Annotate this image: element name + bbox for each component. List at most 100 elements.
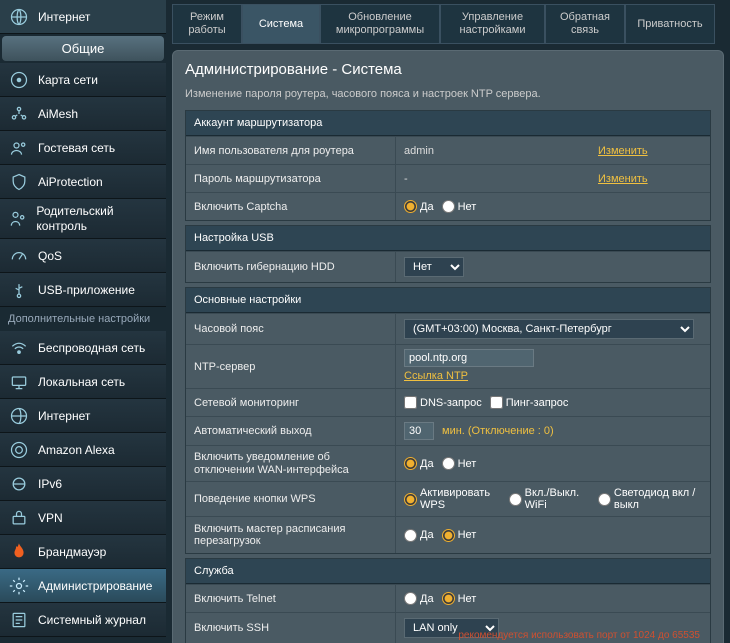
row-timezone: Часовой пояс (GMT+03:00) Москва, Санкт-П… (186, 313, 710, 344)
label: Включить Telnet (186, 585, 396, 612)
nav-label: Интернет (38, 10, 90, 24)
sidebar-item-aiprotection[interactable]: AiProtection (0, 165, 166, 199)
telnet-no-radio[interactable] (442, 592, 455, 605)
wps-led-radio[interactable] (598, 493, 611, 506)
reboot-no-radio[interactable] (442, 529, 455, 542)
group-header: Служба (186, 559, 710, 584)
sidebar-item-usb[interactable]: USB-приложение (0, 273, 166, 307)
captcha-no-radio[interactable] (442, 200, 455, 213)
sidebar-item-internet[interactable]: Интернет (0, 399, 166, 433)
gear-icon (8, 575, 30, 597)
radio-text: Да (420, 458, 434, 470)
wps-activate-radio[interactable] (404, 493, 417, 506)
row-ntp: NTP-сервер Ссылка NTP (186, 344, 710, 388)
sidebar-item-vpn[interactable]: VPN (0, 501, 166, 535)
ntp-link[interactable]: Ссылка NTP (404, 370, 468, 382)
radio-text: Нет (458, 593, 477, 605)
autologout-input[interactable] (404, 422, 434, 440)
dns-query-checkbox[interactable] (404, 396, 417, 409)
nav-label: AiProtection (38, 175, 103, 189)
label: Включить Captcha (186, 193, 396, 220)
nav-label: Системный журнал (38, 613, 146, 627)
change-username-link[interactable]: Изменить (598, 145, 648, 157)
row-wan-notify: Включить уведомление об отключении WAN-и… (186, 445, 710, 481)
label: Часовой пояс (186, 314, 396, 344)
telnet-yes-radio[interactable] (404, 592, 417, 605)
label: Включить гибернацию HDD (186, 252, 396, 282)
guest-icon (8, 137, 30, 159)
page-desc: Изменение пароля роутера, часового пояса… (185, 88, 711, 110)
sidebar-item-administration[interactable]: Администрирование (0, 569, 166, 603)
tab-mode[interactable]: Режим работы (172, 4, 242, 44)
hdd-hibernate-select[interactable]: Нет (404, 257, 464, 277)
captcha-yes-radio[interactable] (404, 200, 417, 213)
nav-label: Карта сети (38, 73, 98, 87)
radio-text: Нет (458, 201, 477, 213)
sidebar-item-firewall[interactable]: Брандмауэр (0, 535, 166, 569)
sidebar-section-general: Общие (2, 36, 164, 61)
shield-icon (8, 171, 30, 193)
checkbox-text: Пинг-запрос (506, 397, 569, 409)
nav-label: Локальная сеть (38, 375, 125, 389)
sidebar-item-wireless[interactable]: Беспроводная сеть (0, 331, 166, 365)
sidebar-item-qos[interactable]: QoS (0, 239, 166, 273)
label: Включить SSH (186, 613, 396, 643)
sidebar-item-guest[interactable]: Гостевая сеть (0, 131, 166, 165)
label: Включить мастер расписания перезагрузок (186, 517, 396, 553)
ntp-server-input[interactable] (404, 349, 534, 367)
row-wps: Поведение кнопки WPS Активировать WPS Вк… (186, 481, 710, 516)
sidebar-item-parental[interactable]: Родительский контроль (0, 199, 166, 239)
radio-text: Нет (458, 458, 477, 470)
globe-icon (8, 6, 30, 28)
group-header: Настройка USB (186, 226, 710, 251)
label: Сетевой мониторинг (186, 389, 396, 416)
sidebar-item-ipv6[interactable]: IPv6 (0, 467, 166, 501)
radio-text: Да (420, 529, 434, 541)
change-password-link[interactable]: Изменить (598, 173, 648, 185)
value: admin (396, 137, 590, 164)
row-telnet: Включить Telnet Да Нет (186, 584, 710, 612)
radio-text: Да (420, 201, 434, 213)
sidebar-item-syslog[interactable]: Системный журнал (0, 603, 166, 637)
tab-feedback[interactable]: Обратная связь (545, 4, 625, 44)
sidebar-item-alexa[interactable]: Amazon Alexa (0, 433, 166, 467)
wps-wifi-radio[interactable] (509, 493, 522, 506)
aimesh-icon (8, 103, 30, 125)
tab-system[interactable]: Система (242, 4, 320, 44)
wifi-icon (8, 337, 30, 359)
nav-label: USB-приложение (38, 283, 135, 297)
row-netmon: Сетевой мониторинг DNS-запрос Пинг-запро… (186, 388, 710, 416)
sidebar-item-aimesh[interactable]: AiMesh (0, 97, 166, 131)
reboot-yes-radio[interactable] (404, 529, 417, 542)
wan-no-radio[interactable] (442, 457, 455, 470)
sidebar-top-internet[interactable]: Интернет (0, 0, 166, 34)
ipv6-icon (8, 473, 30, 495)
sidebar-item-lan[interactable]: Локальная сеть (0, 365, 166, 399)
wan-yes-radio[interactable] (404, 457, 417, 470)
nav-label: VPN (38, 511, 63, 525)
row-captcha: Включить Captcha Да Нет (186, 192, 710, 220)
nav-label: Amazon Alexa (38, 443, 115, 457)
ping-query-checkbox[interactable] (490, 396, 503, 409)
tabs: Режим работы Система Обновление микропро… (172, 4, 724, 44)
tab-settings-mgmt[interactable]: Управление настройками (440, 4, 545, 44)
firewall-icon (8, 541, 30, 563)
gauge-icon (8, 245, 30, 267)
log-icon (8, 609, 30, 631)
radio-text: Нет (458, 529, 477, 541)
main-area: Режим работы Система Обновление микропро… (166, 0, 730, 643)
value: - (396, 165, 590, 192)
timezone-select[interactable]: (GMT+03:00) Москва, Санкт-Петербург (404, 319, 694, 339)
sidebar-item-network-map[interactable]: Карта сети (0, 63, 166, 97)
alexa-icon (8, 439, 30, 461)
group-main: Основные настройки Часовой пояс (GMT+03:… (185, 287, 711, 554)
tab-firmware[interactable]: Обновление микропрограммы (320, 4, 440, 44)
group-usb: Настройка USB Включить гибернацию HDD Не… (185, 225, 711, 283)
sidebar-section-advanced: Дополнительные настройки (0, 307, 166, 331)
tab-privacy[interactable]: Приватность (625, 4, 715, 44)
footer-hint: рекомендуется использовать порт от 1024 … (458, 630, 700, 641)
globe-icon (8, 405, 30, 427)
nav-label: Интернет (38, 409, 90, 423)
row-reboot-sched: Включить мастер расписания перезагрузок … (186, 516, 710, 553)
page-title: Администрирование - Система (185, 61, 711, 88)
